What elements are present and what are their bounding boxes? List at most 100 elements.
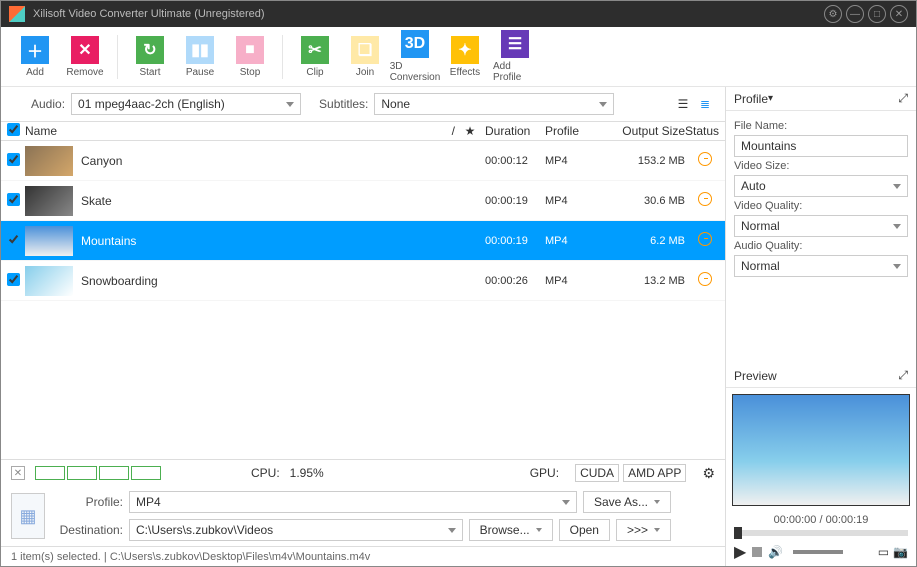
- col-star[interactable]: ★: [455, 124, 485, 138]
- settings-window-button[interactable]: ⚙: [824, 5, 842, 23]
- videoqual-select[interactable]: Normal: [734, 215, 908, 237]
- profile-select[interactable]: MP4: [129, 491, 577, 513]
- thumbnail: [25, 186, 73, 216]
- file-name: Canyon: [81, 154, 425, 168]
- file-name: Skate: [81, 194, 425, 208]
- separator: [117, 35, 118, 79]
- thumbnail: [25, 146, 73, 176]
- gear-icon[interactable]: ⚙: [702, 465, 715, 482]
- more-button[interactable]: >>>: [616, 519, 671, 541]
- profile-label: Profile:: [55, 495, 123, 509]
- snapshot-button[interactable]: ▭: [878, 545, 889, 559]
- thumbnail: [25, 266, 73, 296]
- file-status: [685, 152, 725, 169]
- table-row[interactable]: Skate 00:00:19 MP4 30.6 MB: [1, 181, 725, 221]
- preview-video[interactable]: [732, 394, 910, 506]
- add-button[interactable]: ＋Add: [11, 34, 59, 80]
- scissors-icon: ✂: [301, 36, 329, 64]
- file-profile: MP4: [545, 235, 615, 247]
- file-list: Canyon 00:00:12 MP4 153.2 MB Skate 00:00…: [1, 141, 725, 459]
- preview-time: 00:00:00 / 00:00:19: [726, 514, 916, 526]
- select-all-checkbox[interactable]: [7, 123, 20, 136]
- filename-label: File Name:: [734, 120, 908, 132]
- cpu-value: 1.95%: [290, 466, 324, 480]
- audioqual-label: Audio Quality:: [734, 240, 908, 252]
- refresh-icon: ↻: [136, 36, 164, 64]
- expand-icon[interactable]: ⤢: [898, 91, 908, 106]
- x-icon: ✕: [71, 36, 99, 64]
- clock-icon: [698, 232, 712, 246]
- expand-icon[interactable]: ⤢: [898, 368, 908, 383]
- open-button[interactable]: Open: [559, 519, 610, 541]
- videosize-select[interactable]: Auto: [734, 175, 908, 197]
- col-output-size[interactable]: Output Size: [615, 124, 685, 138]
- stop-preview-button[interactable]: [752, 547, 762, 557]
- volume-icon[interactable]: 🔊: [768, 545, 783, 559]
- clock-icon: [698, 272, 712, 286]
- preview-slider[interactable]: [734, 530, 908, 536]
- file-size: 6.2 MB: [615, 235, 685, 247]
- join-button[interactable]: ❏Join: [341, 34, 389, 80]
- col-profile[interactable]: Profile: [545, 124, 615, 138]
- browse-button[interactable]: Browse...: [469, 519, 553, 541]
- app-logo-icon: [9, 6, 25, 22]
- col-path[interactable]: /: [425, 124, 455, 138]
- amd-badge[interactable]: AMD APP: [623, 464, 686, 482]
- remove-button[interactable]: ✕Remove: [61, 34, 109, 80]
- destination-label: Destination:: [55, 523, 123, 537]
- file-duration: 00:00:26: [485, 275, 545, 287]
- close-usage-button[interactable]: ✕: [11, 466, 25, 480]
- effects-button[interactable]: ✦Effects: [441, 34, 489, 80]
- play-button[interactable]: ▶: [734, 542, 746, 562]
- gpu-label: GPU:: [530, 466, 559, 480]
- usage-bar: ✕ CPU: 1.95% GPU: CUDA AMD APP ⚙: [1, 460, 725, 486]
- file-duration: 00:00:19: [485, 195, 545, 207]
- titlebar: Xilisoft Video Converter Ultimate (Unreg…: [1, 1, 916, 27]
- cuda-badge[interactable]: CUDA: [575, 464, 619, 482]
- file-profile: MP4: [545, 155, 615, 167]
- col-status[interactable]: Status: [685, 124, 725, 138]
- list-view-button[interactable]: ☰: [673, 94, 693, 114]
- destination-panel: ▦ Profile: MP4 Save As... Destination: C…: [1, 486, 725, 546]
- save-as-button[interactable]: Save As...: [583, 491, 671, 513]
- close-button[interactable]: ✕: [890, 5, 908, 23]
- col-name[interactable]: Name: [25, 124, 425, 138]
- row-checkbox[interactable]: [7, 193, 20, 206]
- filename-input[interactable]: [734, 135, 908, 157]
- main-toolbar: ＋Add ✕Remove ↻Start ▮▮Pause ■Stop ✂Clip …: [1, 27, 916, 87]
- maximize-button[interactable]: □: [868, 5, 886, 23]
- col-duration[interactable]: Duration: [485, 124, 545, 138]
- sparkle-icon: ✦: [451, 36, 479, 64]
- detail-view-button[interactable]: ≣: [695, 94, 715, 114]
- profile-panel: File Name: Video Size: Auto Video Qualit…: [726, 111, 916, 283]
- clock-icon: [698, 192, 712, 206]
- clip-button[interactable]: ✂Clip: [291, 34, 339, 80]
- volume-slider[interactable]: [793, 550, 843, 554]
- destination-select[interactable]: C:\Users\s.zubkov\Videos: [129, 519, 463, 541]
- camera-button[interactable]: 📷: [893, 545, 908, 559]
- table-row[interactable]: Snowboarding 00:00:26 MP4 13.2 MB: [1, 261, 725, 301]
- thumbnail: [25, 226, 73, 256]
- row-checkbox[interactable]: [7, 273, 20, 286]
- table-row[interactable]: Canyon 00:00:12 MP4 153.2 MB: [1, 141, 725, 181]
- audioqual-select[interactable]: Normal: [734, 255, 908, 277]
- file-status: [685, 272, 725, 289]
- subtitles-select[interactable]: None: [374, 93, 614, 115]
- table-row[interactable]: Mountains 00:00:19 MP4 6.2 MB: [1, 221, 725, 261]
- minimize-button[interactable]: —: [846, 5, 864, 23]
- subtitles-label: Subtitles:: [319, 97, 368, 111]
- clock-icon: [698, 152, 712, 166]
- file-status: [685, 192, 725, 209]
- row-checkbox[interactable]: [7, 233, 20, 246]
- file-name: Snowboarding: [81, 274, 425, 288]
- stop-icon: ■: [236, 36, 264, 64]
- add-profile-button[interactable]: ☰Add Profile: [491, 28, 539, 85]
- audio-select[interactable]: 01 mpeg4aac-2ch (English): [71, 93, 301, 115]
- start-button[interactable]: ↻Start: [126, 34, 174, 80]
- profile-panel-header[interactable]: Profile▾ ⤢: [726, 87, 916, 111]
- row-checkbox[interactable]: [7, 153, 20, 166]
- pause-button[interactable]: ▮▮Pause: [176, 34, 224, 80]
- 3d-conversion-button[interactable]: 3D3D Conversion: [391, 28, 439, 85]
- preview-panel-header: Preview ⤢: [726, 364, 916, 388]
- stop-button[interactable]: ■Stop: [226, 34, 274, 80]
